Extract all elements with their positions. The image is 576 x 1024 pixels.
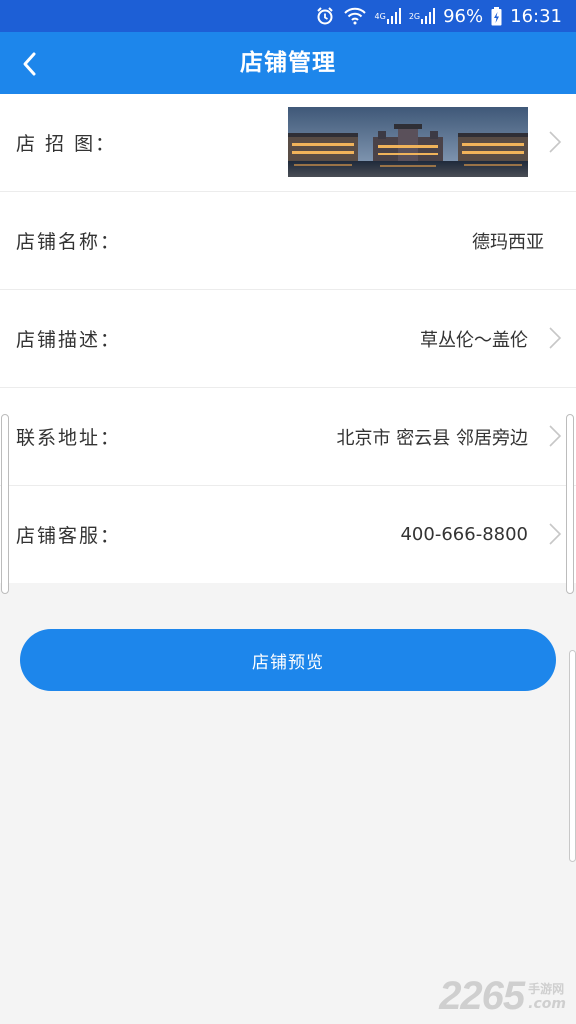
row-label-description: 店铺描述： — [16, 329, 122, 351]
row-store-description[interactable]: 店铺描述： 草丛伦～盖伦 — [0, 290, 576, 388]
row-label-address: 联系地址： — [16, 427, 122, 449]
status-bar: 4G 2G 96% 16:31 — [0, 0, 576, 32]
battery-icon — [491, 6, 502, 26]
row-customer-service[interactable]: 店铺客服： 400-666-8800 — [0, 486, 576, 583]
watermark-side: 手游网 .com — [528, 982, 566, 1012]
scrollbar-left[interactable] — [1, 414, 9, 594]
watermark-cn: 手游网 — [528, 982, 565, 996]
row-label-customer-service: 店铺客服： — [16, 525, 122, 547]
row-contact-address[interactable]: 联系地址： 北京市 密云县 邻居旁边 — [0, 388, 576, 486]
signal-2g-label: 2G — [408, 11, 421, 21]
watermark-domain: .com — [528, 996, 566, 1012]
watermark-number: 2265 — [439, 974, 525, 1018]
store-description-value: 草丛伦～盖伦 — [420, 329, 528, 351]
row-store-banner[interactable]: 店 招 图： — [0, 94, 576, 192]
clock-time: 16:31 — [510, 5, 562, 27]
chevron-right-icon — [548, 522, 562, 550]
watermark-logo: 2265 手游网 .com — [439, 976, 566, 1016]
store-name-value: 德玛西亚 — [472, 231, 544, 253]
back-button[interactable] — [8, 42, 52, 86]
app-bar: 店铺管理 — [0, 32, 576, 94]
signal-4g-label: 4G — [374, 11, 386, 21]
chevron-right-icon — [548, 326, 562, 354]
customer-service-value: 400-666-8800 — [400, 524, 528, 545]
back-arrow-icon — [23, 52, 36, 76]
page-title: 店铺管理 — [240, 50, 336, 76]
scrollbar-page[interactable] — [569, 650, 576, 862]
store-banner-image[interactable] — [288, 107, 528, 177]
chevron-right-icon — [548, 130, 562, 158]
signal-4g-icon: 4G — [375, 8, 401, 24]
wifi-icon — [343, 7, 367, 25]
row-label-store-name: 店铺名称： — [16, 231, 122, 253]
store-preview-button[interactable]: 店铺预览 — [20, 629, 556, 691]
alarm-icon — [315, 6, 335, 26]
scrollbar-right[interactable] — [566, 414, 574, 594]
signal-2g-icon: 2G — [408, 8, 436, 24]
store-settings-list: 店 招 图： 店铺名称： 德玛西亚 店铺描述： 草丛伦～盖伦 联系地址： 北京市… — [0, 94, 576, 583]
status-icons: 4G 2G 96% 16:31 — [315, 0, 562, 32]
row-store-name[interactable]: 店铺名称： 德玛西亚 — [0, 192, 576, 290]
battery-percent: 96% — [443, 5, 484, 27]
contact-address-value: 北京市 密云县 邻居旁边 — [336, 427, 528, 449]
row-label-banner: 店 招 图： — [16, 133, 117, 155]
chevron-right-icon — [548, 424, 562, 452]
